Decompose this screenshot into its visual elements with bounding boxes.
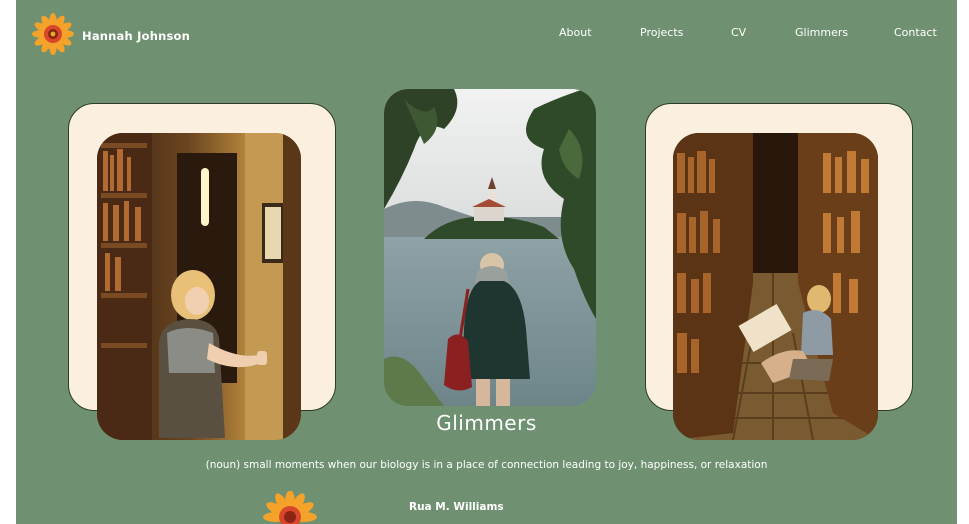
nav-link-glimmers[interactable]: Glimmers — [795, 26, 848, 39]
library-floor-reading-photo — [673, 133, 878, 440]
bookshop-aisle-photo — [97, 133, 301, 440]
flower-icon — [30, 12, 76, 60]
nav-link-contact[interactable]: Contact — [894, 26, 937, 39]
site-brand[interactable]: Hannah Johnson — [30, 12, 190, 60]
lake-island-church-photo — [384, 89, 596, 406]
quote-author: Rua M. Williams — [409, 501, 504, 513]
site-name: Hannah Johnson — [82, 29, 190, 43]
nav-link-projects[interactable]: Projects — [640, 26, 683, 39]
page-title: Glimmers — [436, 411, 537, 435]
nav-link-cv[interactable]: CV — [731, 26, 746, 39]
glimmers-definition: (noun) small moments when our biology is… — [205, 459, 768, 471]
nav-link-about[interactable]: About — [559, 26, 592, 39]
flower-icon-bottom — [261, 490, 319, 524]
page-frame: Hannah Johnson About Projects CV Glimmer… — [16, 0, 957, 524]
